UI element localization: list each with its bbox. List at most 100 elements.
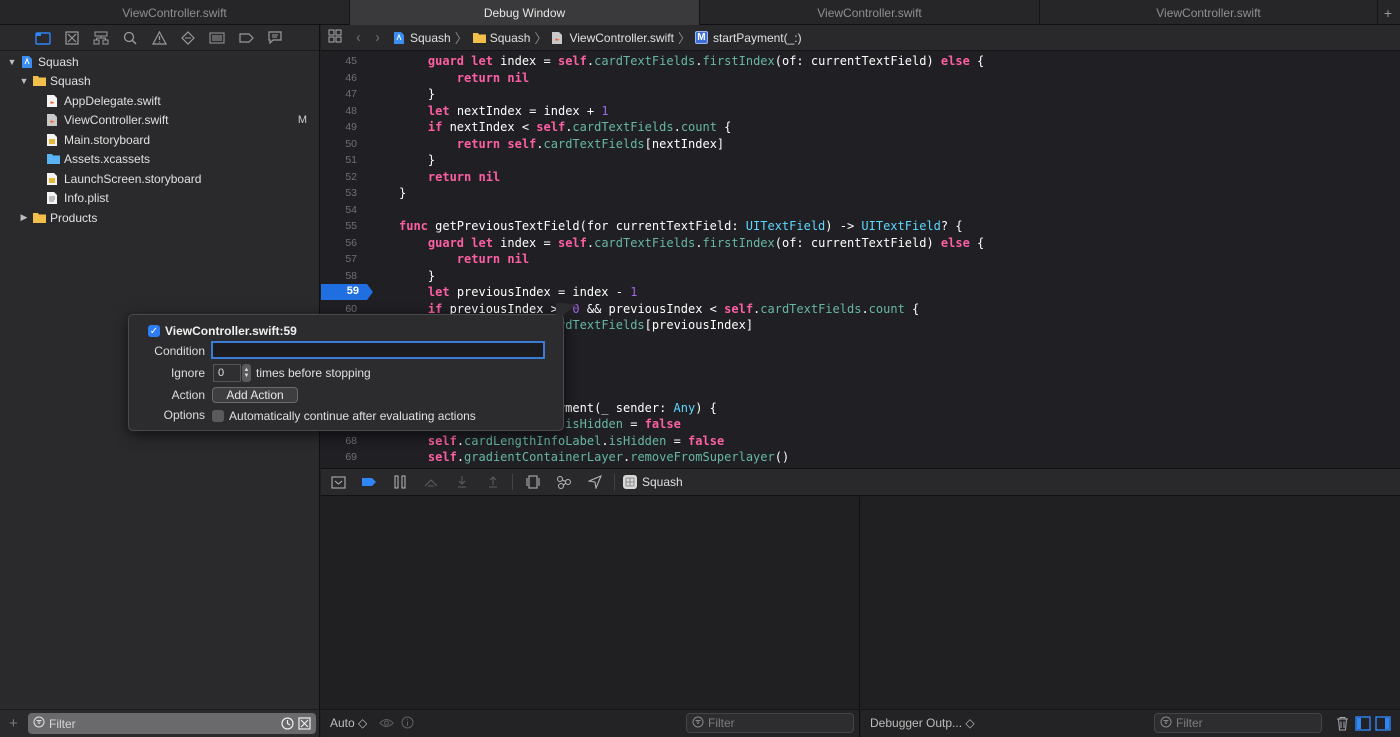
code-line[interactable]: 46 return nil bbox=[321, 70, 1400, 87]
info-icon[interactable] bbox=[401, 716, 414, 732]
line-number[interactable]: 50 bbox=[321, 138, 363, 150]
tree-row-folder-squash[interactable]: ▼ Squash bbox=[0, 72, 320, 92]
add-tab-button[interactable]: + bbox=[1378, 0, 1398, 25]
line-number[interactable]: 57 bbox=[321, 253, 363, 265]
tree-row-viewcontroller[interactable]: ViewController.swift M bbox=[0, 111, 320, 131]
tree-row-info-plist[interactable]: Info.plist bbox=[0, 189, 320, 209]
scope-selector[interactable]: Auto ◇ bbox=[330, 716, 367, 730]
source-control-icon[interactable] bbox=[63, 29, 81, 47]
recent-files-icon[interactable] bbox=[281, 717, 294, 733]
line-number[interactable]: 45 bbox=[321, 55, 363, 67]
code-line[interactable]: 45 guard let index = self.cardTextFields… bbox=[321, 53, 1400, 70]
code-line[interactable]: 59 let previousIndex = index - 1 bbox=[321, 284, 1400, 301]
memory-graph-icon[interactable] bbox=[553, 471, 575, 493]
tree-row-folder-products[interactable]: ▶ Products bbox=[0, 208, 320, 228]
forward-arrow-icon[interactable]: › bbox=[375, 29, 380, 46]
console-filter-field[interactable] bbox=[1154, 713, 1322, 733]
line-number[interactable]: 56 bbox=[321, 237, 363, 249]
code-line[interactable]: 54 bbox=[321, 202, 1400, 219]
line-number[interactable]: 49 bbox=[321, 121, 363, 133]
jumpbar-project[interactable]: Squash bbox=[392, 31, 451, 45]
related-items-icon[interactable] bbox=[328, 29, 342, 46]
line-number[interactable]: 48 bbox=[321, 105, 363, 117]
jumpbar-group[interactable]: Squash bbox=[472, 31, 530, 45]
breakpoint-marker[interactable]: 59 bbox=[321, 284, 373, 301]
warning-icon[interactable] bbox=[150, 29, 168, 47]
ignore-count-input[interactable] bbox=[213, 364, 241, 382]
line-number[interactable]: 54 bbox=[321, 204, 363, 216]
code-line[interactable]: 50 return self.cardTextFields[nextIndex] bbox=[321, 136, 1400, 153]
tree-row-main-storyboard[interactable]: Main.storyboard bbox=[0, 130, 320, 150]
condition-input[interactable] bbox=[211, 341, 545, 359]
line-number[interactable]: 52 bbox=[321, 171, 363, 183]
step-out-icon[interactable] bbox=[482, 471, 504, 493]
split-right-icon[interactable] bbox=[1375, 716, 1391, 734]
debug-icon[interactable] bbox=[208, 29, 226, 47]
eye-icon[interactable] bbox=[379, 717, 394, 732]
line-number[interactable]: 46 bbox=[321, 72, 363, 84]
tree-row-appdelegate[interactable]: AppDelegate.swift bbox=[0, 91, 320, 111]
report-icon[interactable] bbox=[266, 29, 284, 47]
code-line[interactable]: 51 } bbox=[321, 152, 1400, 169]
code-line[interactable]: 56 guard let index = self.cardTextFields… bbox=[321, 235, 1400, 252]
breakpoint-icon[interactable] bbox=[237, 29, 255, 47]
line-number[interactable]: 47 bbox=[321, 88, 363, 100]
breakpoints-toggle-icon[interactable] bbox=[358, 471, 380, 493]
code-line[interactable]: 58 } bbox=[321, 268, 1400, 285]
disclosure-open-icon[interactable]: ▼ bbox=[6, 57, 18, 67]
code-line[interactable]: 55 func getPreviousTextField(for currentT… bbox=[321, 218, 1400, 235]
tab-viewcontroller-1[interactable]: ViewController.swift bbox=[0, 0, 350, 25]
step-over-icon[interactable] bbox=[420, 471, 442, 493]
console-view[interactable]: Debugger Outp... ◇ bbox=[861, 497, 1400, 737]
source-control-filter-icon[interactable] bbox=[298, 717, 311, 733]
code-line[interactable]: 53} bbox=[321, 185, 1400, 202]
variables-filter-input[interactable] bbox=[708, 716, 838, 730]
line-number[interactable]: 58 bbox=[321, 270, 363, 282]
ignore-stepper[interactable]: ▲ ▼ bbox=[242, 364, 251, 382]
add-file-button[interactable]: + bbox=[9, 715, 18, 732]
code-line[interactable]: 52 return nil bbox=[321, 169, 1400, 186]
disclosure-closed-icon[interactable]: ▶ bbox=[18, 212, 30, 223]
line-number[interactable]: 55 bbox=[321, 220, 363, 232]
breakpoint-enabled-checkbox[interactable]: ✓ bbox=[148, 325, 160, 337]
test-icon[interactable] bbox=[179, 29, 197, 47]
search-icon[interactable] bbox=[121, 29, 139, 47]
split-left-icon[interactable] bbox=[1355, 716, 1371, 734]
hide-debug-area-icon[interactable] bbox=[327, 471, 349, 493]
code-line[interactable]: 49 if nextIndex < self.cardTextFields.co… bbox=[321, 119, 1400, 136]
trash-icon[interactable] bbox=[1336, 716, 1349, 734]
code-line[interactable]: 57 return nil bbox=[321, 251, 1400, 268]
debug-target[interactable]: Squash bbox=[623, 475, 683, 489]
auto-continue-checkbox[interactable] bbox=[212, 410, 224, 422]
add-action-button[interactable]: Add Action bbox=[212, 387, 298, 403]
jumpbar-file[interactable]: ViewController.swift bbox=[551, 31, 674, 45]
view-hierarchy-icon[interactable] bbox=[522, 471, 544, 493]
code-line[interactable]: 48 let nextIndex = index + 1 bbox=[321, 103, 1400, 120]
tab-viewcontroller-2[interactable]: ViewController.swift bbox=[700, 0, 1040, 25]
tree-row-assets[interactable]: Assets.xcassets bbox=[0, 150, 320, 170]
line-number[interactable]: 68 bbox=[321, 435, 363, 447]
line-number[interactable]: 69 bbox=[321, 451, 363, 463]
console-filter-input[interactable] bbox=[1176, 716, 1306, 730]
tab-viewcontroller-3[interactable]: ViewController.swift bbox=[1040, 0, 1378, 25]
navigator-filter-field[interactable] bbox=[28, 713, 316, 734]
hierarchy-icon[interactable] bbox=[92, 29, 110, 47]
location-icon[interactable] bbox=[584, 471, 606, 493]
tree-row-launchscreen[interactable]: LaunchScreen.storyboard bbox=[0, 169, 320, 189]
step-into-icon[interactable] bbox=[451, 471, 473, 493]
disclosure-open-icon[interactable]: ▼ bbox=[18, 76, 30, 86]
back-arrow-icon[interactable]: ‹ bbox=[356, 29, 361, 46]
line-number[interactable]: 51 bbox=[321, 154, 363, 166]
line-number[interactable]: 53 bbox=[321, 187, 363, 199]
variables-filter-field[interactable] bbox=[686, 713, 854, 733]
console-output-selector[interactable]: Debugger Outp... ◇ bbox=[870, 716, 975, 730]
jumpbar-method[interactable]: M startPayment(_:) bbox=[694, 31, 802, 45]
variables-view[interactable]: Auto ◇ bbox=[321, 497, 860, 737]
navigator-filter-input[interactable] bbox=[49, 716, 269, 731]
tree-row-project-squash[interactable]: ▼ Squash bbox=[0, 52, 320, 72]
code-line[interactable]: 47 } bbox=[321, 86, 1400, 103]
code-line[interactable]: 69 self.gradientContainerLayer.removeFro… bbox=[321, 449, 1400, 466]
code-line[interactable]: 68 self.cardLengthInfoLabel.isHidden = f… bbox=[321, 433, 1400, 450]
folder-icon[interactable] bbox=[34, 29, 52, 47]
line-number[interactable]: 60 bbox=[321, 303, 363, 315]
